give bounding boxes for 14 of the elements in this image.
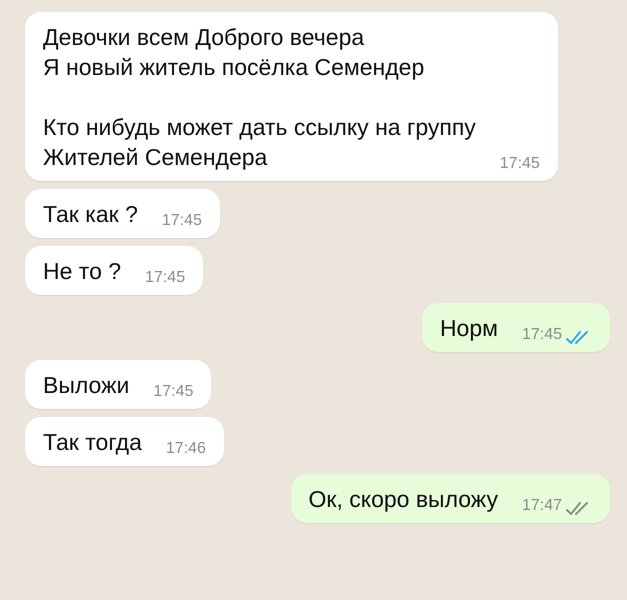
message-time: 17:46: [166, 439, 206, 459]
message-time: 17:45: [153, 382, 194, 402]
message-time: 17:45: [145, 268, 186, 288]
message-time: 17:45: [162, 211, 202, 231]
message-text: Норм: [440, 314, 498, 343]
message-time: 17:47: [522, 496, 562, 516]
message-time: 17:45: [500, 154, 540, 174]
message-text: Девочки всем Доброго вечера Я новый житель посёлка Семендер Кто нибудь может дать ссылку на группу Жителей Семендера: [43, 23, 476, 172]
message-text: Так тогда: [43, 428, 142, 457]
message-text: Выложи: [43, 371, 130, 400]
message-text: Так как ?: [43, 200, 138, 229]
message-time: 17:45: [522, 325, 562, 345]
message-text: Не то ?: [43, 257, 122, 286]
message-text: Ок, скоро выложу: [308, 485, 498, 514]
